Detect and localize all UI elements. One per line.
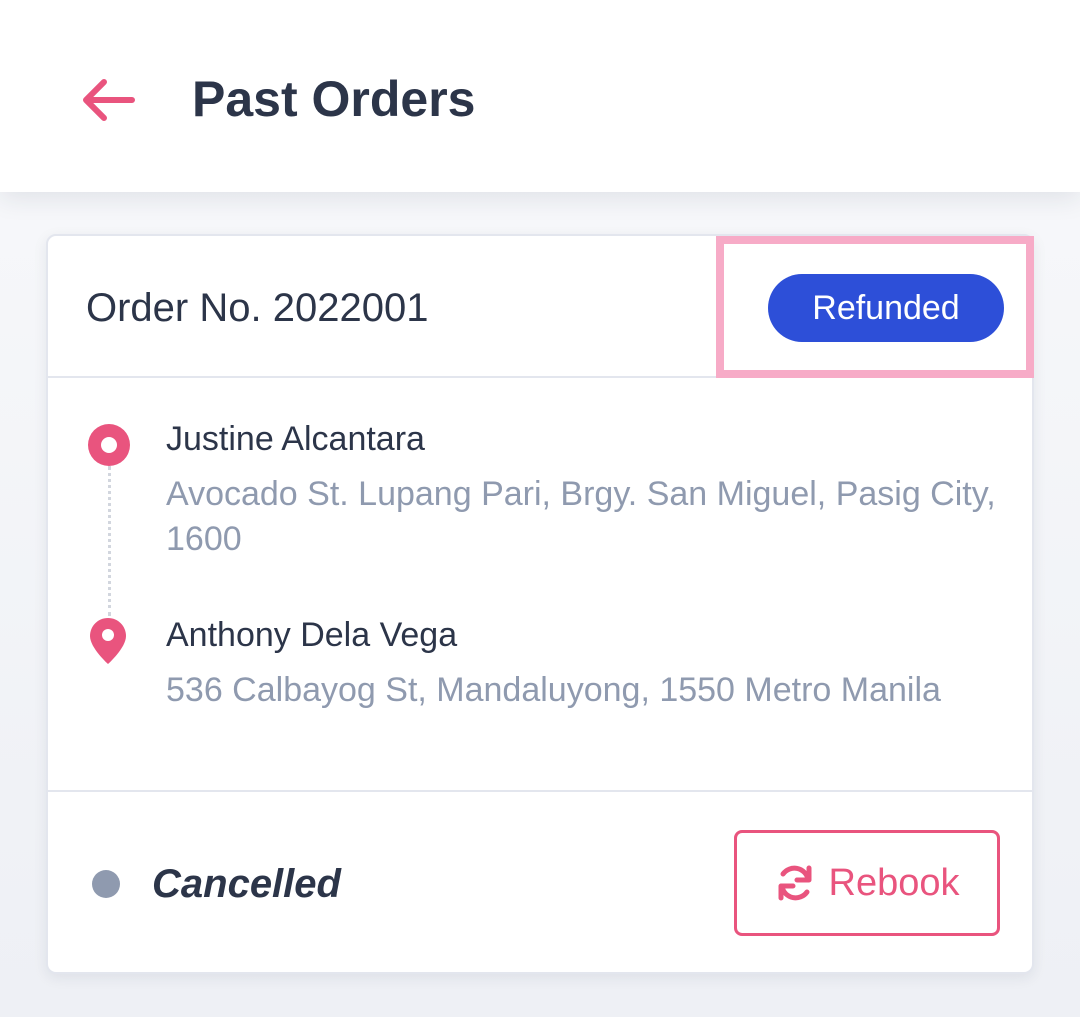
rebook-button[interactable]: Rebook [734, 830, 1000, 936]
destination-name: Anthony Dela Vega [166, 616, 458, 654]
route-connector-line [108, 466, 111, 616]
route-details: Justine Alcantara Avocado St. Lupang Par… [48, 378, 1032, 790]
badge-highlight-frame: Refunded [716, 236, 1034, 378]
map-pin-icon [90, 618, 126, 664]
order-card-header: Order No. 2022001 Refunded [48, 236, 1034, 378]
page-title: Past Orders [192, 71, 476, 127]
arrow-left-icon [83, 79, 135, 121]
rebook-label: Rebook [828, 862, 960, 904]
order-number: Order No. 2022001 [86, 286, 429, 330]
app-header: Past Orders [0, 0, 1080, 192]
order-status: Cancelled [152, 862, 341, 906]
order-card-footer: Cancelled Rebook [48, 790, 1032, 974]
origin-circle-icon [88, 424, 130, 466]
origin-address: Avocado St. Lupang Pari, Brgy. San Migue… [166, 475, 996, 558]
refund-status-badge: Refunded [768, 274, 1004, 342]
order-card[interactable]: Order No. 2022001 Refunded Justine Alcan… [46, 234, 1034, 974]
destination-address: 536 Calbayog St, Mandaluyong, 1550 Metro… [166, 671, 941, 709]
refresh-icon [778, 865, 811, 901]
status-dot-icon [92, 870, 120, 898]
back-button[interactable] [70, 66, 146, 134]
origin-name: Justine Alcantara [166, 420, 425, 458]
